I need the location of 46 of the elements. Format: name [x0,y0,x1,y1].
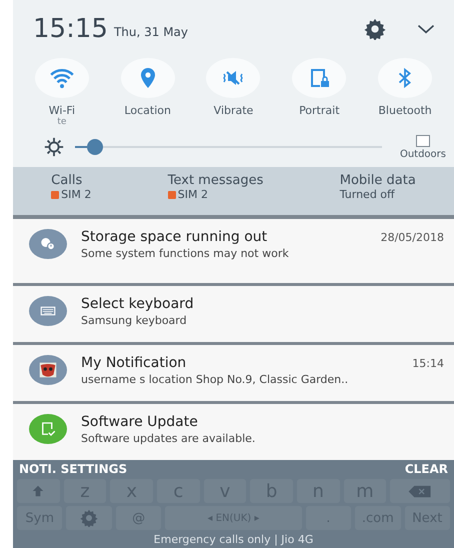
gear-icon [80,509,98,527]
notification-card[interactable]: My Notification 15:14 username s location Shop No.9, Classic Garden.. [13,345,454,401]
shift-key[interactable] [17,479,60,503]
notification-text: Some system functions may not work [81,247,290,260]
notification-title: Storage space running out [81,229,268,245]
notification-card[interactable]: Select keyboard Samsung keyboard [13,286,454,342]
toggle-label: Location [124,104,171,117]
notification-text: username s location Shop No.9, Classic Garden.. [81,373,350,386]
notification-text: Software updates are available. [81,432,256,445]
notification-card[interactable]: Storage space running out 28/05/2018 Some system functions may not work [13,219,454,283]
toggle-label: Vibrate [214,104,254,117]
sim-setting-title[interactable]: Mobile data [340,173,416,188]
notification-time: 15:14 [412,357,444,370]
sim-setting-title[interactable]: Calls [51,173,82,188]
backspace-icon [408,484,432,498]
toggle-label: Wi-Fi [48,104,76,117]
backspace-key[interactable] [390,479,450,503]
outdoors-checkbox[interactable] [416,134,430,146]
sim-setting-value: SIM 2 [61,188,92,201]
date-text: Thu, 31 May [114,25,188,39]
sim-setting-value: Turned off [340,188,395,201]
settings-key[interactable] [66,506,112,530]
update-icon [29,414,67,444]
notification-text: Samsung keyboard [81,314,188,327]
brightness-icon [43,136,65,158]
keyboard-key[interactable]: @ [116,506,162,530]
clear-button[interactable]: CLEAR [402,462,450,476]
settings-icon[interactable] [364,18,386,40]
notification-card[interactable]: Software Update Software updates are available. [13,404,454,460]
toggle-label: Portrait [299,104,340,117]
keyboard-icon [29,296,67,326]
notification-time: 28/05/2018 [380,231,444,244]
storage-icon [29,229,67,259]
notification-title: My Notification [81,355,186,371]
network-name: te [57,117,66,127]
sim-setting-value: SIM 2 [178,188,208,201]
toggle-label: Bluetooth [378,104,432,117]
sim-setting-title[interactable]: Text messages [168,173,264,188]
outdoors-label: Outdoors [400,148,446,160]
notification-title: Software Update [81,414,198,430]
keyboard-key[interactable]: . [306,506,352,530]
notification-settings-button[interactable]: NOTI. SETTINGS [17,462,130,476]
app-badge-icon [29,355,67,385]
carrier-status: Emergency calls only | Jio 4G [154,533,314,548]
clock-time: 15:15 [33,14,108,44]
notification-title: Select keyboard [81,296,194,312]
